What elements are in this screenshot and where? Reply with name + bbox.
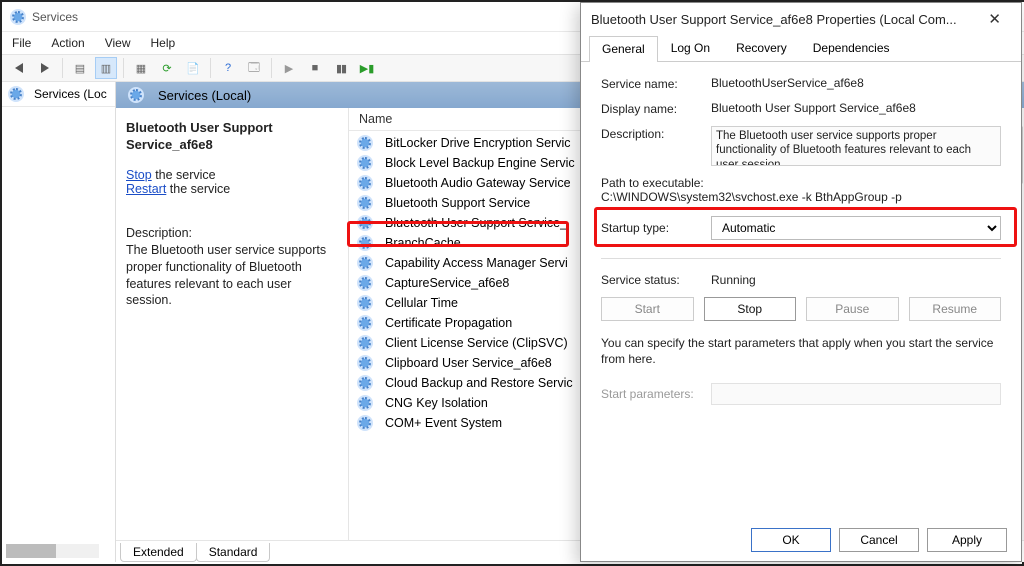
gear-icon xyxy=(357,355,373,371)
lbl-params: Start parameters: xyxy=(601,387,711,401)
start-service-button[interactable]: ▶ xyxy=(278,57,300,79)
stop-button[interactable]: Stop xyxy=(704,297,797,321)
service-name: COM+ Event System xyxy=(385,416,502,430)
tree-root[interactable]: Services (Loc xyxy=(2,82,115,107)
stop-link[interactable]: Stop xyxy=(126,168,152,182)
tab-dependencies[interactable]: Dependencies xyxy=(800,35,903,61)
tab-logon[interactable]: Log On xyxy=(658,35,723,61)
gear-icon xyxy=(357,415,373,431)
gear-icon xyxy=(8,86,24,102)
detail-header-label: Services (Local) xyxy=(158,88,251,103)
dialog-body: Service name:BluetoothUserService_af6e8 … xyxy=(581,62,1021,517)
lbl-path: Path to executable: xyxy=(601,176,1001,190)
val-status: Running xyxy=(711,273,756,287)
val-path: C:\WINDOWS\system32\svchost.exe -k BthAp… xyxy=(601,190,1001,204)
tree-pane: Services (Loc xyxy=(2,82,116,562)
tab-standard[interactable]: Standard xyxy=(196,543,271,562)
ok-button[interactable]: OK xyxy=(751,528,831,552)
gear-icon xyxy=(357,375,373,391)
restart-service-button[interactable]: ▶▮ xyxy=(356,57,378,79)
gear-icon xyxy=(357,315,373,331)
hint-text: You can specify the start parameters tha… xyxy=(601,335,1001,367)
resume-button: Resume xyxy=(909,297,1002,321)
info-column: Bluetooth User Support Service_af6e8 Sto… xyxy=(116,108,348,540)
gear-icon xyxy=(128,87,144,103)
gear-icon xyxy=(357,395,373,411)
lbl-display-name: Display name: xyxy=(601,101,711,116)
service-name: Cellular Time xyxy=(385,296,458,310)
service-name: Clipboard User Service_af6e8 xyxy=(385,356,552,370)
properties-button[interactable]: ▦ xyxy=(130,57,152,79)
cancel-button[interactable]: Cancel xyxy=(839,528,919,552)
service-name: Bluetooth Support Service xyxy=(385,196,530,210)
dialog-footer: OK Cancel Apply xyxy=(581,517,1021,561)
service-name: CaptureService_af6e8 xyxy=(385,276,509,290)
tree-root-label: Services (Loc xyxy=(34,87,107,101)
service-name: Capability Access Manager Servi xyxy=(385,256,568,270)
start-button: Start xyxy=(601,297,694,321)
dialog-title: Bluetooth User Support Service_af6e8 Pro… xyxy=(591,12,957,27)
menu-action[interactable]: Action xyxy=(51,36,84,50)
service-name: Certificate Propagation xyxy=(385,316,512,330)
restart-link[interactable]: Restart xyxy=(126,182,166,196)
service-name: Bluetooth Audio Gateway Service xyxy=(385,176,571,190)
service-name: Block Level Backup Engine Servic xyxy=(385,156,575,170)
tab-recovery[interactable]: Recovery xyxy=(723,35,800,61)
gear-icon xyxy=(357,135,373,151)
apply-button[interactable]: Apply xyxy=(927,528,1007,552)
service-name: Client License Service (ClipSVC) xyxy=(385,336,568,350)
restart-line: Restart the service xyxy=(126,182,336,196)
val-description[interactable]: The Bluetooth user service supports prop… xyxy=(711,126,1001,166)
stop-service-button[interactable]: ■ xyxy=(304,57,326,79)
stop-line: Stop the service xyxy=(126,168,336,182)
action-pane-button[interactable]: 🗔 xyxy=(243,57,265,79)
start-params-input xyxy=(711,383,1001,405)
gear-icon xyxy=(357,195,373,211)
menu-help[interactable]: Help xyxy=(151,36,176,50)
show-hide-pane-button[interactable]: ▥ xyxy=(95,57,117,79)
gear-icon xyxy=(357,295,373,311)
gear-icon xyxy=(10,9,26,25)
menu-file[interactable]: File xyxy=(12,36,31,50)
tab-general[interactable]: General xyxy=(589,36,658,62)
help-button[interactable]: ? xyxy=(217,57,239,79)
description-label: Description: xyxy=(126,226,336,240)
refresh-button[interactable]: ⟳ xyxy=(156,57,178,79)
service-control-buttons: Start Stop Pause Resume xyxy=(601,297,1001,321)
gear-icon xyxy=(357,255,373,271)
gear-icon xyxy=(357,175,373,191)
gear-icon xyxy=(357,155,373,171)
selected-service-title: Bluetooth User Support Service_af6e8 xyxy=(126,120,336,154)
pause-service-button[interactable]: ▮▮ xyxy=(330,57,352,79)
properties-dialog: Bluetooth User Support Service_af6e8 Pro… xyxy=(580,2,1022,562)
lbl-status: Service status: xyxy=(601,273,711,287)
pause-button: Pause xyxy=(806,297,899,321)
show-hide-tree-button[interactable]: ▤ xyxy=(69,57,91,79)
service-name: BitLocker Drive Encryption Servic xyxy=(385,136,570,150)
service-name: Cloud Backup and Restore Servic xyxy=(385,376,573,390)
nav-forward-button[interactable] xyxy=(34,57,56,79)
divider xyxy=(601,258,1001,259)
tab-extended[interactable]: Extended xyxy=(120,543,197,562)
col-name: Name xyxy=(359,112,392,126)
highlight-box-startup xyxy=(594,207,1017,247)
gear-icon xyxy=(357,335,373,351)
gear-icon xyxy=(357,275,373,291)
menu-view[interactable]: View xyxy=(105,36,131,50)
lbl-description: Description: xyxy=(601,126,711,141)
dialog-titlebar: Bluetooth User Support Service_af6e8 Pro… xyxy=(581,3,1021,35)
lbl-service-name: Service name: xyxy=(601,76,711,91)
highlight-box xyxy=(347,221,569,247)
export-button[interactable]: 📄 xyxy=(182,57,204,79)
tree-hscroll[interactable] xyxy=(6,544,99,558)
close-button[interactable]: ✕ xyxy=(978,8,1011,30)
val-display-name: Bluetooth User Support Service_af6e8 xyxy=(711,101,1001,115)
service-name: CNG Key Isolation xyxy=(385,396,488,410)
description-text: The Bluetooth user service supports prop… xyxy=(126,242,336,310)
startup-row: Startup type: Automatic xyxy=(601,216,1001,240)
dialog-tabs: General Log On Recovery Dependencies xyxy=(581,35,1021,62)
window-title: Services xyxy=(32,10,78,24)
nav-back-button[interactable] xyxy=(8,57,30,79)
val-service-name: BluetoothUserService_af6e8 xyxy=(711,76,1001,90)
